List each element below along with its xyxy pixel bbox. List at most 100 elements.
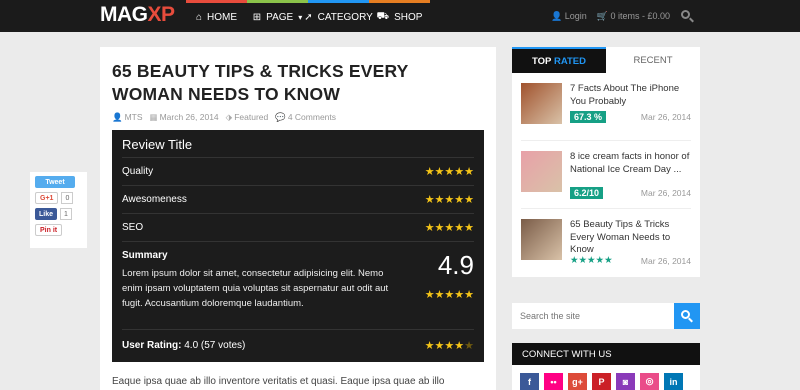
top-navigation-bar: MAGXP ⌂ HOME ⊞ PAGE ▾ ➚ CATEGORY ⛟ SHOP 👤 Log…	[0, 0, 800, 32]
score-stars: ★★★★★	[424, 289, 474, 301]
tab-top-rated[interactable]: TOP RATED	[512, 47, 606, 73]
pin-it-button[interactable]: Pin it	[35, 224, 82, 236]
login-label: Login	[564, 10, 587, 21]
criterion-row: SEO ★★★★★	[122, 214, 474, 242]
dribbble-icon[interactable]: ◎	[640, 373, 659, 390]
nav-shop[interactable]: ⛟ SHOP	[369, 0, 430, 32]
post-thumbnail[interactable]	[521, 151, 562, 192]
star-rating: ★★★★★	[424, 222, 474, 234]
search-button[interactable]	[674, 303, 700, 329]
post-thumbnail[interactable]	[521, 83, 562, 124]
logo-accent: XP	[147, 3, 176, 26]
search-icon[interactable]	[680, 9, 694, 23]
list-item[interactable]: 65 Beauty Tips & Tricks Every Woman Need…	[521, 209, 691, 277]
login-link[interactable]: 👤 Login	[551, 11, 587, 22]
review-score: 4.9	[437, 250, 474, 280]
criterion-row: Quality ★★★★★	[122, 158, 474, 186]
rocket-icon: ➚	[304, 12, 313, 23]
tweet-label: Tweet	[45, 178, 65, 186]
criterion-label: Quality	[122, 166, 154, 177]
star-rating: ★★★★★	[424, 194, 474, 206]
facebook-like-button[interactable]: Like 1	[35, 208, 82, 220]
twitter-icon: Tweet	[35, 176, 75, 188]
connect-heading: CONNECT WITH US	[512, 343, 700, 365]
sitemap-icon: ⊞	[252, 12, 262, 23]
tab-rated-label: RATED	[553, 55, 587, 67]
tab-top-label: TOP	[531, 55, 552, 67]
social-links: f •• g+ P ◙ ◎ in	[512, 365, 700, 390]
gplus-label: G+1	[35, 192, 59, 204]
user-rating-label: User Rating:	[122, 339, 182, 351]
list-item[interactable]: 8 ice cream facts in honor of National I…	[521, 141, 691, 209]
search-input[interactable]	[512, 303, 674, 329]
criterion-label: Awesomeness	[122, 194, 187, 205]
user-rating-row: User Rating: 4.0 (57 votes) ★★★★★	[122, 330, 474, 360]
gplus-count: 0	[61, 192, 74, 204]
nav-page-label: PAGE	[266, 12, 294, 23]
sidebar-tabs: TOP RATED RECENT	[512, 47, 700, 73]
google-plus-icon[interactable]: g+	[568, 373, 587, 390]
filled-stars: ★★★★	[424, 339, 465, 352]
calendar-icon: ▦	[149, 112, 158, 122]
flickr-icon[interactable]: ••	[544, 373, 563, 390]
top-right-tools: 👤 Login 🛒 0 items - £0.00	[551, 0, 694, 32]
cart-link[interactable]: 🛒 0 items - £0.00	[597, 11, 670, 22]
user-rating-stars[interactable]: ★★★★★	[425, 339, 474, 352]
list-item-footer: 67.3 % Mar 26, 2014	[570, 111, 691, 123]
half-star: ★	[464, 339, 474, 352]
list-item-footer: ★★★★★ Mar 26, 2014	[570, 255, 691, 266]
list-item[interactable]: 7 Facts About The iPhone You Probably 67…	[521, 73, 691, 141]
tag-icon: ⬗	[225, 112, 233, 122]
tab-recent[interactable]: RECENT	[606, 47, 700, 73]
review-box: Review Title Quality ★★★★★ Awesomeness ★★★…	[112, 130, 484, 362]
cart-icon: 🛒	[596, 10, 608, 21]
post-meta: 👤 MTS ▦ March 26, 2014 ⬗ Featured 💬 4 Commen…	[112, 112, 484, 123]
nav-shop-label: SHOP	[394, 12, 423, 23]
share-widget: Tweet G+1 0 Like 1 Pin it	[30, 172, 87, 248]
post-category[interactable]: Featured	[234, 112, 268, 122]
pinterest-icon[interactable]: P	[592, 373, 611, 390]
summary-text: Lorem ipsum dolor sit amet, consectetur …	[122, 268, 389, 309]
comments-icon: 💬	[275, 112, 286, 122]
home-icon: ⌂	[195, 12, 203, 23]
post-thumbnail[interactable]	[521, 219, 562, 260]
user-icon: 👤	[550, 10, 563, 21]
tweet-button[interactable]: Tweet	[35, 176, 82, 188]
post-card: 65 BEAUTY TIPS & TRICKS EVERY WOMAN NEED…	[100, 47, 496, 390]
user-icon: 👤	[112, 112, 123, 122]
site-logo[interactable]: MAGXP	[100, 3, 175, 27]
cart-summary: 0 items - £0.00	[610, 10, 670, 21]
review-summary: Summary Lorem ipsum dolor sit amet, cons…	[122, 242, 474, 330]
list-item-title[interactable]: 8 ice cream facts in honor of National I…	[570, 151, 691, 208]
star-rating: ★★★★★	[570, 255, 613, 266]
post-comments-link[interactable]: 4 Comments	[288, 112, 336, 122]
criterion-label: SEO	[122, 222, 144, 233]
post-date: March 26, 2014	[159, 112, 219, 122]
instagram-icon[interactable]: ◙	[616, 373, 635, 390]
list-item-date: Mar 26, 2014	[640, 112, 691, 122]
list-item-date: Mar 26, 2014	[640, 188, 691, 198]
sidebar-search	[512, 303, 700, 329]
gplus-button[interactable]: G+1 0	[35, 192, 82, 204]
like-count: 1	[60, 208, 72, 220]
post-title: 65 BEAUTY TIPS & TRICKS EVERY WOMAN NEED…	[112, 61, 409, 104]
logo-text: MAG	[100, 3, 148, 26]
chevron-down-icon: ▾	[298, 13, 303, 22]
top-rated-list: 7 Facts About The iPhone You Probably 67…	[512, 73, 700, 277]
nav-home[interactable]: ⌂ HOME	[186, 0, 247, 32]
facebook-icon[interactable]: f	[520, 373, 539, 390]
post-body: Eaque ipsa quae ab illo inventore verita…	[112, 376, 445, 387]
nav-category-label: CATEGORY	[317, 12, 373, 23]
criterion-row: Awesomeness ★★★★★	[122, 186, 474, 214]
summary-label: Summary	[122, 250, 168, 261]
pin-label: Pin it	[35, 224, 63, 236]
main-nav: ⌂ HOME ⊞ PAGE ▾ ➚ CATEGORY ⛟ SHOP	[186, 0, 430, 32]
linkedin-icon[interactable]: in	[664, 373, 683, 390]
post-author[interactable]: MTS	[125, 112, 143, 122]
nav-page[interactable]: ⊞ PAGE ▾	[247, 0, 308, 32]
like-label: Like	[35, 208, 58, 220]
nav-category[interactable]: ➚ CATEGORY	[304, 0, 373, 32]
user-rating-value: 4.0 (57 votes)	[184, 339, 246, 351]
list-item-title[interactable]: 65 Beauty Tips & Tricks Every Woman Need…	[570, 219, 691, 277]
rating-badge: 6.2/10	[570, 187, 604, 199]
